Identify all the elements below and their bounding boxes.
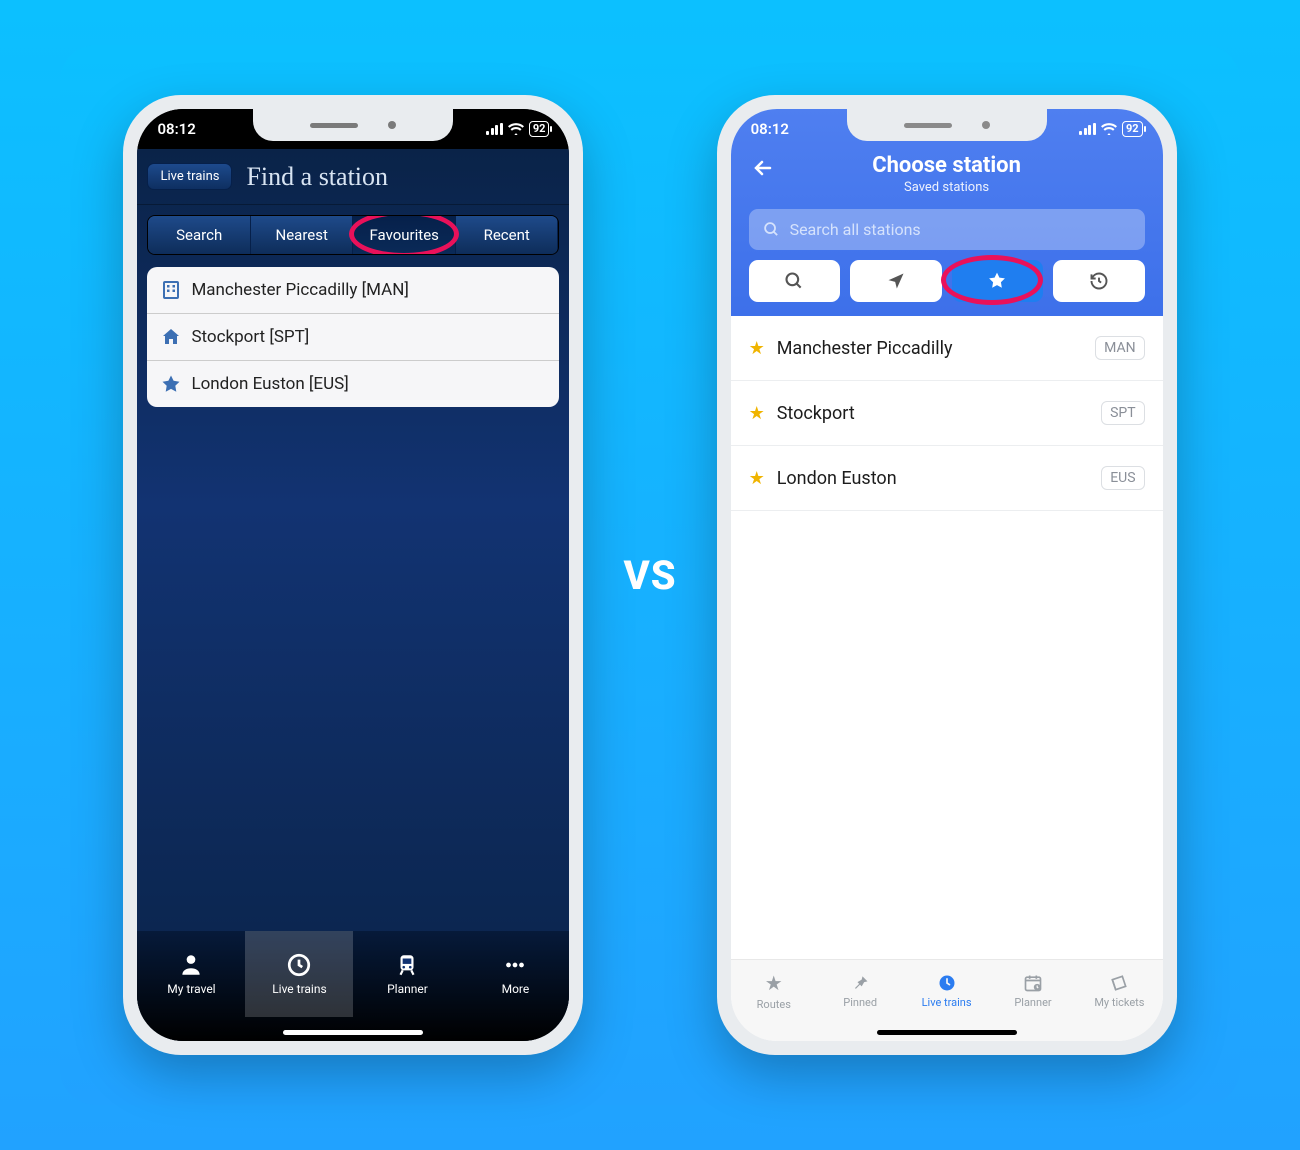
station-code: EUS <box>1101 466 1144 490</box>
station-label: Manchester Piccadilly [MAN] <box>191 280 408 300</box>
phone-new-design: 08:12 92 Choose station Saved stations <box>717 95 1177 1055</box>
clock-icon <box>286 952 312 978</box>
mode-search[interactable] <box>749 260 841 302</box>
person-icon <box>178 952 204 978</box>
tab-pinned[interactable]: Pinned <box>817 960 903 1021</box>
history-icon <box>1089 271 1109 291</box>
signal-icon <box>1079 123 1096 135</box>
clock-icon <box>937 973 957 993</box>
tab-search[interactable]: Search <box>148 216 251 254</box>
mode-nearest[interactable] <box>850 260 942 302</box>
signal-icon <box>486 123 503 135</box>
tab-my-travel[interactable]: My travel <box>137 931 245 1017</box>
tab-more[interactable]: More <box>461 931 569 1017</box>
tab-planner[interactable]: Planner <box>353 931 461 1017</box>
station-code: MAN <box>1095 336 1144 360</box>
pin-icon <box>850 973 870 993</box>
tab-live-trains[interactable]: Live trains <box>245 931 353 1017</box>
phone-old-design: 08:12 92 Live trains Find a station Sear… <box>123 95 583 1055</box>
calendar-icon <box>1023 973 1043 993</box>
home-indicator <box>283 1030 423 1035</box>
star-icon: ★ <box>749 403 765 424</box>
home-icon <box>161 327 181 347</box>
building-icon <box>161 280 181 300</box>
tab-nearest[interactable]: Nearest <box>251 216 354 254</box>
mode-toggle-row <box>749 260 1145 302</box>
back-button[interactable] <box>751 156 775 180</box>
star-icon: ★ <box>749 338 765 359</box>
nav-header: Live trains Find a station <box>137 149 569 205</box>
list-item[interactable]: Stockport [SPT] <box>147 314 559 361</box>
search-icon <box>763 221 780 238</box>
home-indicator <box>877 1030 1017 1035</box>
station-code: SPT <box>1101 401 1145 425</box>
tab-planner[interactable]: Planner <box>990 960 1076 1021</box>
star-icon <box>161 374 181 394</box>
phone-notch <box>253 109 453 141</box>
tab-my-tickets[interactable]: My tickets <box>1076 960 1162 1021</box>
list-item[interactable]: Manchester Piccadilly [MAN] <box>147 267 559 314</box>
station-name: Manchester Piccadilly <box>777 338 953 359</box>
station-name: London Euston <box>777 468 897 489</box>
wifi-icon <box>508 123 524 135</box>
phone-notch <box>847 109 1047 141</box>
mode-recent[interactable] <box>1053 260 1145 302</box>
wifi-icon <box>1101 123 1117 135</box>
comparison-container: 08:12 92 Live trains Find a station Sear… <box>60 45 1240 1105</box>
status-time: 08:12 <box>157 120 195 138</box>
list-item[interactable]: ★ Stockport SPT <box>731 381 1163 446</box>
star-icon: ★ <box>765 971 783 995</box>
battery-icon: 92 <box>529 121 550 137</box>
location-icon <box>886 271 906 291</box>
station-name: Stockport <box>777 403 855 424</box>
page-title: Find a station <box>246 162 388 192</box>
ticket-icon <box>1109 973 1129 993</box>
mode-favourites[interactable] <box>952 260 1044 302</box>
bottom-tab-bar: ★ Routes Pinned Live trains <box>731 959 1163 1041</box>
bottom-tab-bar: My travel Live trains Planner <box>137 931 569 1041</box>
more-icon <box>502 952 528 978</box>
tab-routes[interactable]: ★ Routes <box>731 960 817 1021</box>
list-item[interactable]: London Euston [EUS] <box>147 361 559 407</box>
tab-live-trains[interactable]: Live trains <box>903 960 989 1021</box>
vs-label: VS <box>623 552 676 599</box>
station-label: London Euston [EUS] <box>191 374 348 394</box>
tab-recent[interactable]: Recent <box>456 216 559 254</box>
back-button[interactable]: Live trains <box>147 163 232 190</box>
status-time: 08:12 <box>751 120 789 138</box>
segment-tabs: Search Nearest Favourites Recent <box>147 215 559 255</box>
search-icon <box>784 271 804 291</box>
star-icon <box>987 271 1007 291</box>
list-item[interactable]: ★ Manchester Piccadilly MAN <box>731 316 1163 381</box>
star-icon: ★ <box>749 468 765 489</box>
search-input[interactable]: Search all stations <box>749 209 1145 250</box>
tab-favourites[interactable]: Favourites <box>353 216 456 254</box>
list-item[interactable]: ★ London Euston EUS <box>731 446 1163 511</box>
train-icon <box>394 952 420 978</box>
page-title: Choose station <box>731 153 1163 178</box>
page-subtitle: Saved stations <box>731 180 1163 195</box>
battery-icon: 92 <box>1122 121 1143 137</box>
saved-stations-list: ★ Manchester Piccadilly MAN ★ Stockport … <box>731 316 1163 511</box>
favourites-list: Manchester Piccadilly [MAN] Stockport [S… <box>147 267 559 407</box>
station-label: Stockport [SPT] <box>191 327 309 347</box>
